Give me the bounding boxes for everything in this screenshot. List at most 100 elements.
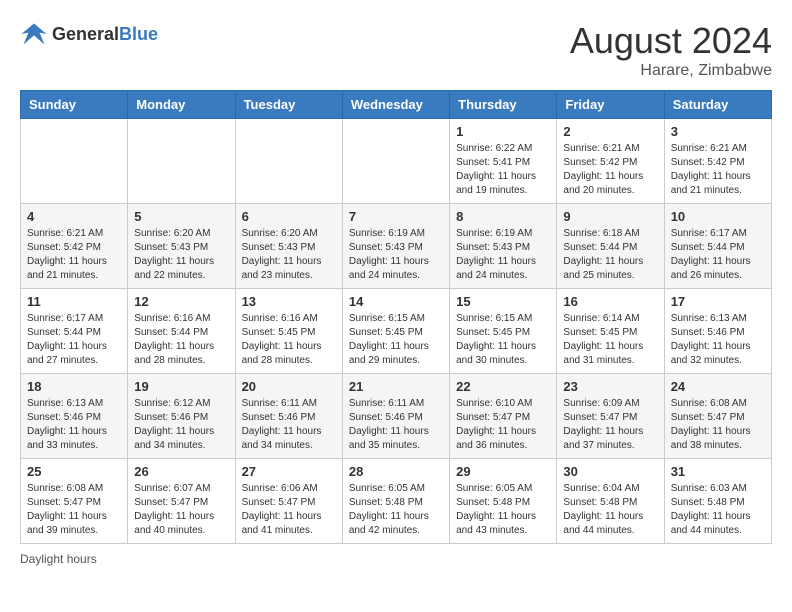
day-number: 13 [242, 294, 336, 309]
page-header: GeneralBlue August 2024 Harare, Zimbabwe [20, 20, 772, 80]
calendar-cell [128, 119, 235, 204]
day-info: Sunrise: 6:08 AM Sunset: 5:47 PM Dayligh… [27, 482, 121, 538]
day-number: 31 [671, 464, 765, 479]
day-number: 21 [349, 379, 443, 394]
calendar-table: SundayMondayTuesdayWednesdayThursdayFrid… [20, 90, 772, 544]
day-info: Sunrise: 6:07 AM Sunset: 5:47 PM Dayligh… [134, 482, 228, 538]
calendar-cell: 27 Sunrise: 6:06 AM Sunset: 5:47 PM Dayli… [235, 459, 342, 544]
calendar-cell: 13 Sunrise: 6:16 AM Sunset: 5:45 PM Dayli… [235, 289, 342, 374]
day-info: Sunrise: 6:16 AM Sunset: 5:45 PM Dayligh… [242, 312, 336, 368]
calendar-cell: 12 Sunrise: 6:16 AM Sunset: 5:44 PM Dayli… [128, 289, 235, 374]
calendar-cell [21, 119, 128, 204]
day-number: 9 [563, 209, 657, 224]
column-header-thursday: Thursday [450, 91, 557, 119]
day-info: Sunrise: 6:16 AM Sunset: 5:44 PM Dayligh… [134, 312, 228, 368]
day-info: Sunrise: 6:13 AM Sunset: 5:46 PM Dayligh… [671, 312, 765, 368]
day-info: Sunrise: 6:22 AM Sunset: 5:41 PM Dayligh… [456, 142, 550, 198]
day-info: Sunrise: 6:15 AM Sunset: 5:45 PM Dayligh… [456, 312, 550, 368]
calendar-cell: 26 Sunrise: 6:07 AM Sunset: 5:47 PM Dayli… [128, 459, 235, 544]
calendar-cell [235, 119, 342, 204]
day-info: Sunrise: 6:12 AM Sunset: 5:46 PM Dayligh… [134, 397, 228, 453]
calendar-cell: 31 Sunrise: 6:03 AM Sunset: 5:48 PM Dayli… [664, 459, 771, 544]
day-number: 15 [456, 294, 550, 309]
day-number: 18 [27, 379, 121, 394]
day-number: 1 [456, 124, 550, 139]
calendar-cell: 3 Sunrise: 6:21 AM Sunset: 5:42 PM Daylig… [664, 119, 771, 204]
day-number: 4 [27, 209, 121, 224]
column-header-monday: Monday [128, 91, 235, 119]
column-header-friday: Friday [557, 91, 664, 119]
calendar-cell: 24Sunrise: 6:08 AM Sunset: 5:47 PM Dayli… [664, 374, 771, 459]
day-info: Sunrise: 6:21 AM Sunset: 5:42 PM Dayligh… [563, 142, 657, 198]
day-info: Sunrise: 6:09 AM Sunset: 5:47 PM Dayligh… [563, 397, 657, 453]
column-header-tuesday: Tuesday [235, 91, 342, 119]
day-info: Sunrise: 6:19 AM Sunset: 5:43 PM Dayligh… [456, 227, 550, 283]
day-number: 6 [242, 209, 336, 224]
day-number: 8 [456, 209, 550, 224]
calendar-cell: 15 Sunrise: 6:15 AM Sunset: 5:45 PM Dayli… [450, 289, 557, 374]
day-info: Sunrise: 6:11 AM Sunset: 5:46 PM Dayligh… [242, 397, 336, 453]
day-info: Sunrise: 6:05 AM Sunset: 5:48 PM Dayligh… [349, 482, 443, 538]
day-info: Sunrise: 6:21 AM Sunset: 5:42 PM Dayligh… [671, 142, 765, 198]
day-number: 22 [456, 379, 550, 394]
day-number: 5 [134, 209, 228, 224]
location-subtitle: Harare, Zimbabwe [570, 62, 772, 80]
day-number: 12 [134, 294, 228, 309]
calendar-cell: 10Sunrise: 6:17 AM Sunset: 5:44 PM Dayli… [664, 204, 771, 289]
day-info: Sunrise: 6:06 AM Sunset: 5:47 PM Dayligh… [242, 482, 336, 538]
day-number: 11 [27, 294, 121, 309]
day-number: 26 [134, 464, 228, 479]
calendar-cell: 7 Sunrise: 6:19 AM Sunset: 5:43 PM Daylig… [342, 204, 449, 289]
calendar-cell: 14 Sunrise: 6:15 AM Sunset: 5:45 PM Dayli… [342, 289, 449, 374]
day-info: Sunrise: 6:10 AM Sunset: 5:47 PM Dayligh… [456, 397, 550, 453]
day-info: Sunrise: 6:17 AM Sunset: 5:44 PM Dayligh… [27, 312, 121, 368]
day-info: Sunrise: 6:14 AM Sunset: 5:45 PM Dayligh… [563, 312, 657, 368]
calendar-cell: 4 Sunrise: 6:21 AM Sunset: 5:42 PM Daylig… [21, 204, 128, 289]
day-info: Sunrise: 6:18 AM Sunset: 5:44 PM Dayligh… [563, 227, 657, 283]
day-number: 2 [563, 124, 657, 139]
column-header-saturday: Saturday [664, 91, 771, 119]
day-info: Sunrise: 6:15 AM Sunset: 5:45 PM Dayligh… [349, 312, 443, 368]
footer: Daylight hours [20, 552, 772, 566]
column-header-wednesday: Wednesday [342, 91, 449, 119]
day-info: Sunrise: 6:17 AM Sunset: 5:44 PM Dayligh… [671, 227, 765, 283]
day-number: 24 [671, 379, 765, 394]
calendar-week-row: 4 Sunrise: 6:21 AM Sunset: 5:42 PM Daylig… [21, 204, 772, 289]
calendar-week-row: 25 Sunrise: 6:08 AM Sunset: 5:47 PM Dayli… [21, 459, 772, 544]
day-info: Sunrise: 6:03 AM Sunset: 5:48 PM Dayligh… [671, 482, 765, 538]
day-info: Sunrise: 6:19 AM Sunset: 5:43 PM Dayligh… [349, 227, 443, 283]
column-header-sunday: Sunday [21, 91, 128, 119]
logo-text-general: General [52, 24, 119, 44]
calendar-week-row: 1 Sunrise: 6:22 AM Sunset: 5:41 PM Daylig… [21, 119, 772, 204]
calendar-cell: 17 Sunrise: 6:13 AM Sunset: 5:46 PM Dayli… [664, 289, 771, 374]
day-number: 17 [671, 294, 765, 309]
day-info: Sunrise: 6:13 AM Sunset: 5:46 PM Dayligh… [27, 397, 121, 453]
day-info: Sunrise: 6:05 AM Sunset: 5:48 PM Dayligh… [456, 482, 550, 538]
day-number: 16 [563, 294, 657, 309]
day-info: Sunrise: 6:11 AM Sunset: 5:46 PM Dayligh… [349, 397, 443, 453]
calendar-cell: 5Sunrise: 6:20 AM Sunset: 5:43 PM Daylig… [128, 204, 235, 289]
calendar-cell: 18 Sunrise: 6:13 AM Sunset: 5:46 PM Dayli… [21, 374, 128, 459]
calendar-cell: 21 Sunrise: 6:11 AM Sunset: 5:46 PM Dayli… [342, 374, 449, 459]
calendar-cell: 6 Sunrise: 6:20 AM Sunset: 5:43 PM Daylig… [235, 204, 342, 289]
day-number: 27 [242, 464, 336, 479]
day-number: 23 [563, 379, 657, 394]
calendar-cell: 25 Sunrise: 6:08 AM Sunset: 5:47 PM Dayli… [21, 459, 128, 544]
calendar-cell: 8 Sunrise: 6:19 AM Sunset: 5:43 PM Daylig… [450, 204, 557, 289]
calendar-cell [342, 119, 449, 204]
day-number: 25 [27, 464, 121, 479]
day-info: Sunrise: 6:21 AM Sunset: 5:42 PM Dayligh… [27, 227, 121, 283]
day-number: 3 [671, 124, 765, 139]
logo-icon [20, 20, 48, 48]
day-number: 28 [349, 464, 443, 479]
calendar-cell: 29 Sunrise: 6:05 AM Sunset: 5:48 PM Dayli… [450, 459, 557, 544]
day-number: 7 [349, 209, 443, 224]
title-block: August 2024 Harare, Zimbabwe [570, 20, 772, 80]
calendar-cell: 30Sunrise: 6:04 AM Sunset: 5:48 PM Dayli… [557, 459, 664, 544]
calendar-cell: 9 Sunrise: 6:18 AM Sunset: 5:44 PM Daylig… [557, 204, 664, 289]
day-number: 29 [456, 464, 550, 479]
day-number: 20 [242, 379, 336, 394]
day-number: 14 [349, 294, 443, 309]
calendar-cell: 11 Sunrise: 6:17 AM Sunset: 5:44 PM Dayli… [21, 289, 128, 374]
day-info: Sunrise: 6:20 AM Sunset: 5:43 PM Dayligh… [242, 227, 336, 283]
